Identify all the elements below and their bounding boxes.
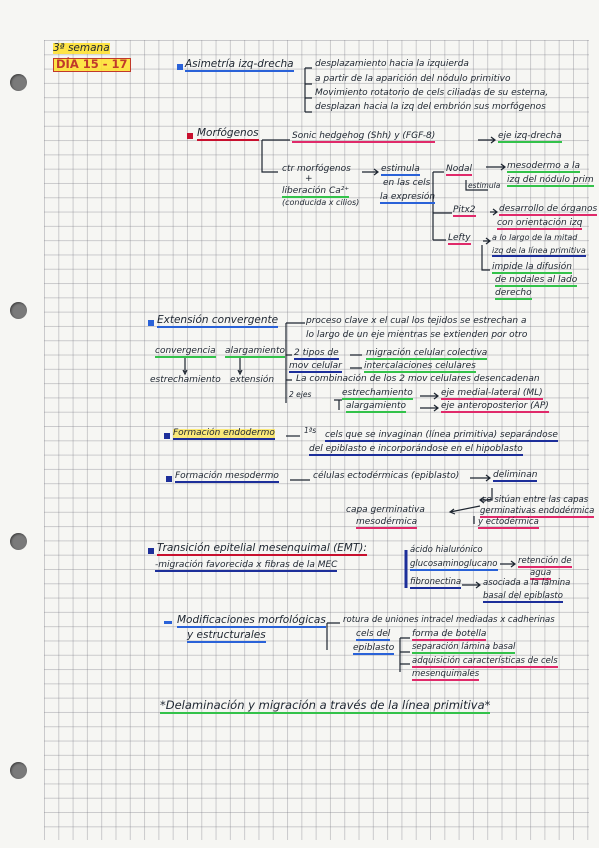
section-title-extension: Extensión convergente [157, 314, 279, 328]
note-line: desplazan hacia la izq del embrión sus m… [315, 102, 546, 112]
extension: extensión [230, 375, 275, 385]
connector-lines [182, 67, 516, 672]
nodal-result: mesodermo a la [507, 161, 580, 173]
eje-izq-drecha: eje izq-drecha [498, 131, 562, 143]
days-label: DÍA 15 - 17 [53, 58, 131, 72]
endodermo-def-2: del epiblasto e incorporándose en el hip… [309, 444, 523, 456]
estrechamiento: estrechamiento [150, 375, 221, 385]
rotura-uniones: rotura de uniones intracel mediadas x ca… [343, 615, 555, 625]
alargamiento-2: alargamiento [346, 401, 407, 413]
bullet-icon [148, 548, 154, 554]
pitx2-result: desarrollo de órganos [499, 204, 598, 216]
glucosaminoglucano: glucosaminoglucano [410, 559, 498, 571]
sonic-hedgehog: Sonic hedgehog (Shh) y (FGF-8) [292, 131, 436, 143]
adquisicion: adquisición características de cels [412, 656, 558, 668]
lefty-result: derecho [495, 288, 532, 300]
se-situan: y ectodérmica [478, 517, 539, 529]
la-expresion: la expresión [380, 192, 436, 204]
alargamiento: alargamiento [225, 346, 286, 358]
ext-def-2: lo largo de un eje mientras se extienden… [306, 330, 528, 340]
retencion-agua: retención de [518, 556, 572, 568]
ctr-morfogenos: ctr morfógenos [282, 164, 351, 174]
intercalaciones: intercalaciones celulares [364, 361, 476, 373]
separacion-lamina: separación lámina basal [412, 642, 516, 654]
convergencia: convergencia [155, 346, 216, 358]
nodal-result: izq del nódulo prim [507, 175, 594, 187]
note-line: Movimiento rotatorio de cels ciliadas de… [315, 88, 549, 98]
migracion-colectiva: migración celular colectiva [366, 348, 488, 360]
cels-ectodermicas: células ectodérmicas (epiblasto) [313, 471, 460, 481]
lefty-result: impide la difusión [492, 262, 572, 274]
section-title-asimetria: Asimetría izq-drecha [185, 58, 294, 72]
section-title-endodermo: Formación endodermo [173, 428, 275, 440]
adquisicion: mesenquimales [412, 669, 480, 681]
section-title-emt: Transición epitelial mesenquimal (EMT): [157, 542, 367, 556]
lefty: Lefty [448, 233, 471, 245]
cels-epiblasto: cels del [356, 629, 391, 641]
ext-def-1: proceso clave x el cual los tejidos se e… [306, 316, 527, 326]
capa-germinativa: mesodérmica [356, 517, 418, 529]
dash-icon [164, 621, 172, 624]
endodermo-def-1: cels que se invaginan (línea primitiva) … [325, 430, 558, 442]
section-title-modificaciones: Modificaciones morfológicas [177, 614, 326, 628]
asociada-lamina: basal del epiblasto [483, 591, 563, 603]
lefty-result: de nodales al lado [495, 275, 578, 287]
nodal: Nodal [446, 164, 472, 176]
fibronectina: fibronectina [410, 577, 462, 589]
cels-epiblasto: epiblasto [353, 643, 395, 655]
dos-ejes: 2 ejes [289, 390, 312, 399]
estrechamiento-2: estrechamiento [342, 388, 413, 400]
footer-summary: *Delaminación y migración a través de la… [160, 698, 491, 714]
acido-hialuronico: ácido hialurónico [410, 545, 483, 555]
primeras: 1ªs [304, 426, 317, 435]
pitx2-result: con orientación izq [497, 218, 583, 230]
se-situan: germinativas endodérmica [480, 506, 595, 518]
capa-germinativa: capa germinativa [346, 505, 425, 515]
liberacion-ca: liberación Ca²⁺ [282, 186, 350, 198]
estimula-cels: en las cels [383, 178, 431, 188]
lefty-result: a lo largo de la mitad [492, 233, 578, 242]
combinacion: La combinación de los 2 mov celulares de… [296, 374, 540, 384]
estimula: estimula [381, 164, 420, 176]
bullet-icon [164, 433, 170, 439]
bullet-icon [166, 476, 172, 482]
plus-sign: + [305, 174, 313, 184]
note-line: desplazamiento hacia la izquierda [315, 59, 469, 69]
bullet-icon [148, 320, 154, 326]
notebook-page: 3ª semana DÍA 15 - 17 Asimetría izq-drec… [0, 0, 599, 848]
section-title-mesodermo: Formación mesodermo [175, 471, 279, 483]
emt-migracion: -migración favorecida x fibras de la MEC [155, 560, 338, 572]
nodal-estimula: estimula [468, 181, 501, 190]
lefty-result: izq de la línea primitiva [492, 246, 586, 257]
eje-ap: eje anteroposterior (AP) [441, 401, 549, 413]
forma-botella: forma de botella [412, 629, 487, 641]
se-situan: se sitúan entre las capas [482, 495, 589, 505]
eje-ml: eje medial-lateral (ML) [441, 388, 543, 400]
deliminan: deliminan [493, 470, 538, 482]
section-title-morfogenos: Morfógenos [197, 127, 259, 141]
tipos-mov: mov celular [289, 361, 342, 373]
asociada-lamina: asociada a la lámina [483, 578, 571, 588]
bullet-icon [187, 133, 193, 139]
pitx2: Pitx2 [453, 205, 476, 217]
tipos-mov: 2 tipos de [294, 348, 339, 360]
bullet-icon [177, 64, 183, 70]
week-label: 3ª semana [53, 42, 110, 54]
liberacion-note: (conducida x cilios) [282, 198, 360, 207]
note-line: a partir de la aparición del nódulo prim… [315, 74, 511, 84]
section-title-modificaciones: y estructurales [187, 629, 266, 643]
